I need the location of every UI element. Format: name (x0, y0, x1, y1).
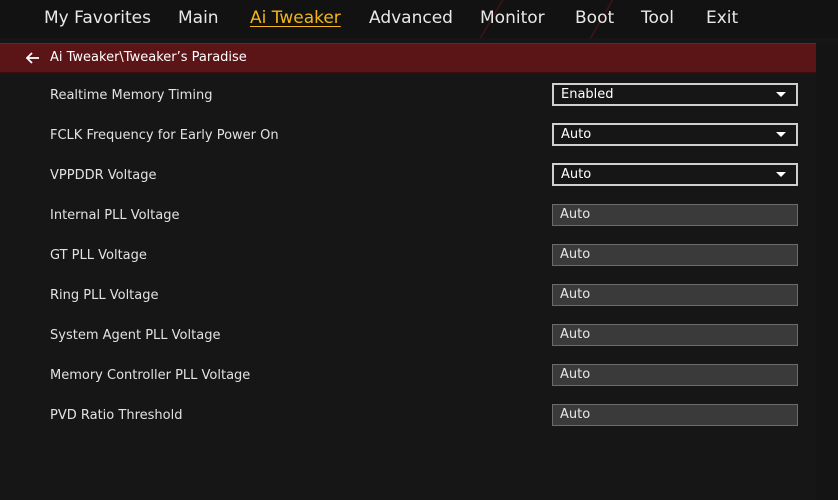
pvd-ratio-threshold-field[interactable]: Auto (552, 404, 798, 426)
tab-monitor[interactable]: Monitor (480, 7, 545, 29)
dropdown-value: Auto (561, 127, 592, 142)
fclk-frequency-dropdown[interactable]: Auto (552, 123, 798, 146)
dropdown-value: Auto (561, 167, 592, 182)
setting-label: Realtime Memory Timing (50, 88, 213, 103)
tab-exit[interactable]: Exit (706, 7, 738, 29)
setting-row-fclk-frequency: FCLK Frequency for Early Power On Auto (0, 120, 816, 160)
setting-label: Memory Controller PLL Voltage (50, 368, 251, 383)
field-value: Auto (560, 207, 591, 222)
memory-controller-pll-voltage-field[interactable]: Auto (552, 364, 798, 386)
top-menu-bar: My Favorites Main Ai Tweaker Advanced Mo… (0, 0, 838, 38)
setting-label: System Agent PLL Voltage (50, 328, 221, 343)
tab-advanced[interactable]: Advanced (369, 7, 453, 29)
realtime-memory-timing-dropdown[interactable]: Enabled (552, 83, 798, 106)
field-value: Auto (560, 407, 591, 422)
caret-down-icon (776, 92, 786, 97)
setting-row-internal-pll-voltage: Internal PLL Voltage Auto (0, 200, 816, 240)
setting-label: Internal PLL Voltage (50, 208, 180, 223)
setting-row-system-agent-pll-voltage: System Agent PLL Voltage Auto (0, 320, 816, 360)
setting-label: Ring PLL Voltage (50, 288, 159, 303)
tab-ai-tweaker[interactable]: Ai Tweaker (250, 7, 341, 29)
tab-tool[interactable]: Tool (641, 7, 674, 29)
caret-down-icon (776, 132, 786, 137)
setting-label: GT PLL Voltage (50, 248, 147, 263)
ring-pll-voltage-field[interactable]: Auto (552, 284, 798, 306)
tab-main[interactable]: Main (178, 7, 219, 29)
setting-label: VPPDDR Voltage (50, 168, 157, 183)
setting-row-vppddr-voltage: VPPDDR Voltage Auto (0, 160, 816, 200)
scroll-track[interactable] (816, 43, 838, 500)
back-arrow-icon[interactable] (25, 50, 41, 66)
breadcrumb: Ai Tweaker\Tweaker’s Paradise (0, 43, 816, 73)
internal-pll-voltage-field[interactable]: Auto (552, 204, 798, 226)
field-value: Auto (560, 327, 591, 342)
gt-pll-voltage-field[interactable]: Auto (552, 244, 798, 266)
breadcrumb-path: Ai Tweaker\Tweaker’s Paradise (50, 50, 247, 65)
system-agent-pll-voltage-field[interactable]: Auto (552, 324, 798, 346)
field-value: Auto (560, 247, 591, 262)
tab-boot[interactable]: Boot (575, 7, 614, 29)
setting-label: PVD Ratio Threshold (50, 408, 183, 423)
setting-row-ring-pll-voltage: Ring PLL Voltage Auto (0, 280, 816, 320)
caret-down-icon (776, 172, 786, 177)
dropdown-value: Enabled (561, 87, 614, 102)
setting-row-memory-controller-pll-voltage: Memory Controller PLL Voltage Auto (0, 360, 816, 400)
tab-my-favorites[interactable]: My Favorites (44, 7, 151, 29)
setting-row-pvd-ratio-threshold: PVD Ratio Threshold Auto (0, 400, 816, 440)
vppddr-voltage-dropdown[interactable]: Auto (552, 163, 798, 186)
setting-row-gt-pll-voltage: GT PLL Voltage Auto (0, 240, 816, 280)
setting-row-realtime-memory-timing: Realtime Memory Timing Enabled (0, 80, 816, 120)
setting-label: FCLK Frequency for Early Power On (50, 128, 279, 143)
field-value: Auto (560, 287, 591, 302)
field-value: Auto (560, 367, 591, 382)
